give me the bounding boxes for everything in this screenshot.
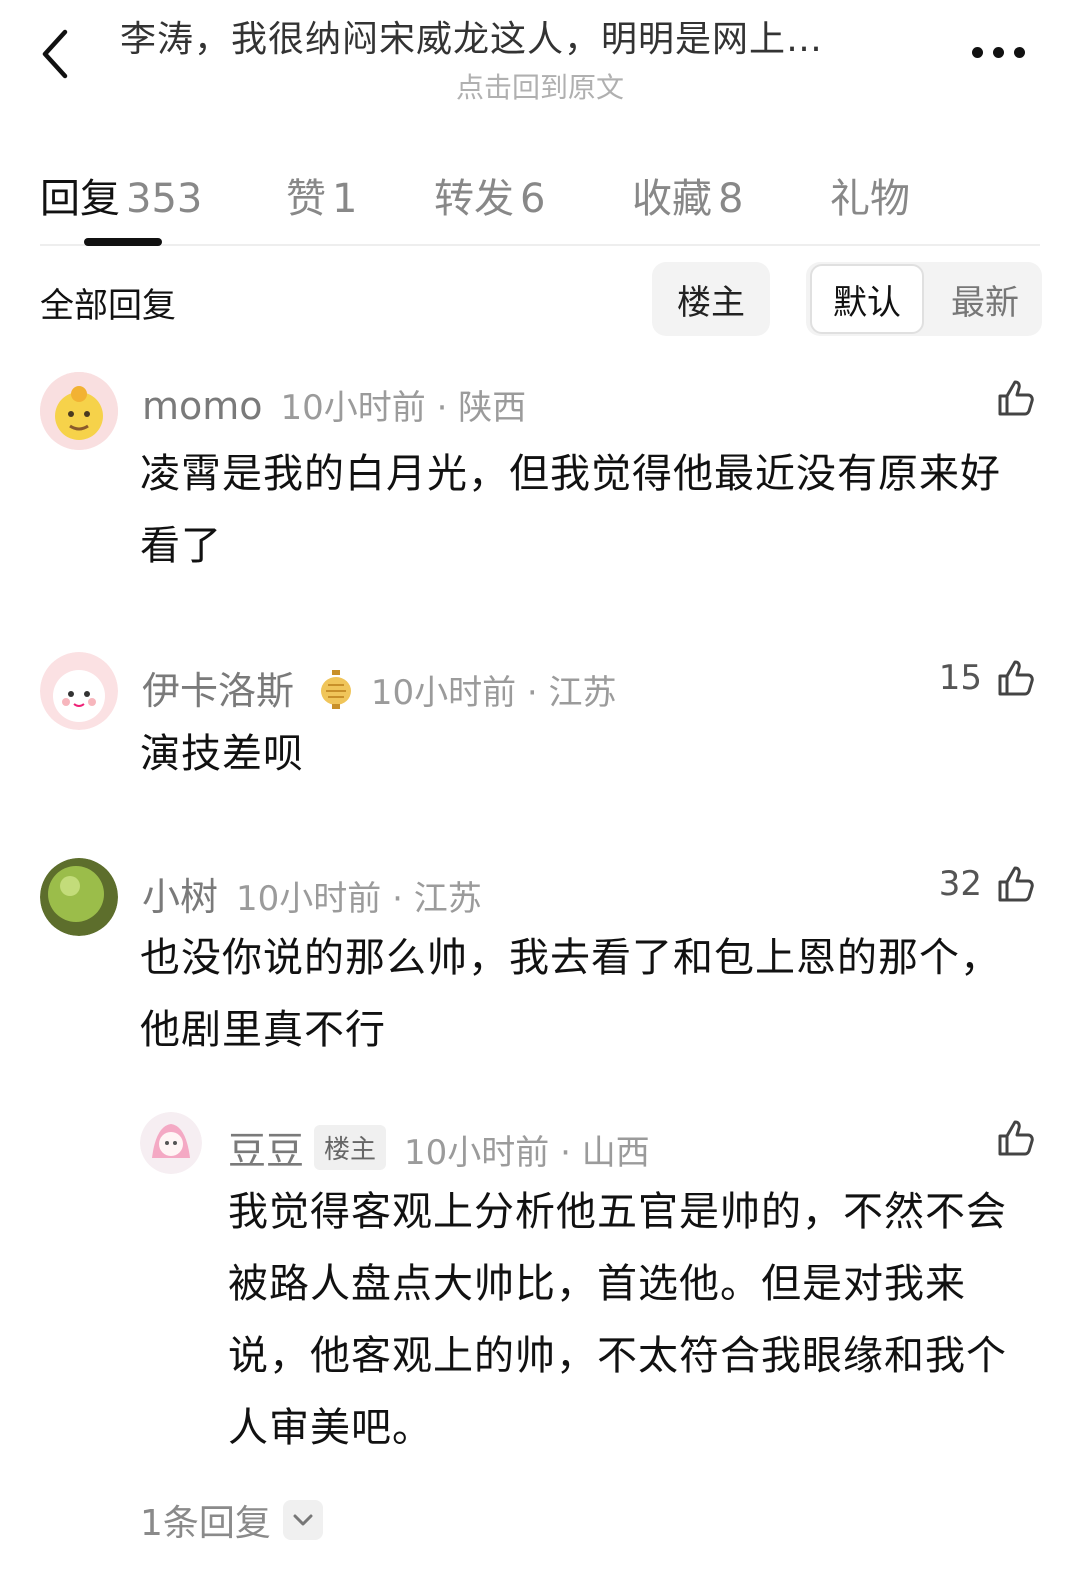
comment-header: 豆豆 楼主 10小时前 · 山西 [228,1120,650,1175]
avatar[interactable] [40,372,118,450]
reply-filter-row: 全部回复 楼主 默认 最新 [40,262,1042,338]
username[interactable]: 伊卡洛斯 [142,669,294,713]
chevron-down-icon [282,1500,323,1540]
comment-text: 我觉得客观上分析他五官是帅的，不然不会被路人盘点大帅比，首选他。但是对我来说，他… [228,1189,1007,1451]
comment-header: momo 10小时前 · 陕西 [142,380,526,429]
active-tab-indicator [84,238,162,246]
more-replies-label: 1条回复 [140,1503,271,1544]
username[interactable]: momo [142,384,263,428]
more-dots-icon[interactable] [968,40,1028,64]
comment-text: 凌霄是我的白月光，但我觉得他最近没有原来好看了 [140,451,1001,569]
like-button[interactable] [982,376,1038,420]
tab-replies[interactable]: 回复 353 [40,166,202,224]
tab-likes[interactable]: 赞1 [286,166,357,224]
comment-header: 伊卡洛斯 10小时前 · 江苏 [142,660,617,715]
sort-latest-button[interactable]: 最新 [930,264,1040,334]
top-bar: 李涛，我很纳闷宋威龙这人，明明是网上… 点击回到原文 [0,0,1080,120]
thumbs-up-icon [998,380,1034,416]
comment-text: 也没你说的那么帅，我去看了和包上恩的那个，他剧里真不行 [140,935,1001,1053]
avatar[interactable] [40,652,118,730]
like-button[interactable]: 15 [939,656,1038,700]
lantern-badge-icon [319,670,353,710]
tab-favorites[interactable]: 收藏 8 [632,166,743,224]
avatar[interactable] [40,858,118,936]
sort-toggle: 默认 最新 [806,262,1042,336]
like-count: 32 [938,864,982,904]
post-title[interactable]: 李涛，我很纳闷宋威龙这人，明明是网上… [120,10,950,62]
comment-header: 小树 10小时前 · 江苏 [142,866,482,921]
thumbs-up-icon [998,1120,1034,1156]
back-to-post-link[interactable]: 点击回到原文 [0,66,1080,106]
comment-text: 演技差呗 [140,731,304,777]
comment-meta: 10小时前 · 陕西 [280,388,527,428]
comment-meta: 10小时前 · 山西 [404,1133,650,1173]
like-button[interactable] [982,1116,1038,1160]
username[interactable]: 小树 [142,875,218,919]
op-only-filter-button[interactable]: 楼主 [652,262,770,336]
comment-meta: 10小时前 · 江苏 [236,879,482,919]
username[interactable]: 豆豆 [228,1129,304,1173]
op-badge: 楼主 [314,1125,387,1170]
tab-bar: 回复 353 赞1 转发 6 收藏 8 礼物 [40,160,1040,246]
avatar[interactable] [140,1112,202,1174]
tab-gifts[interactable]: 礼物 [830,166,910,224]
sort-default-button[interactable]: 默认 [810,264,924,334]
like-count: 15 [938,658,982,698]
tab-reposts[interactable]: 转发 6 [434,166,545,224]
all-replies-label: 全部回复 [40,286,176,326]
comment-meta: 10小时前 · 江苏 [370,673,617,713]
thumbs-up-icon [998,866,1034,902]
expand-replies-button[interactable]: 1条回复 [140,1494,323,1546]
like-button[interactable]: 32 [939,862,1038,906]
thumbs-up-icon [998,660,1034,696]
